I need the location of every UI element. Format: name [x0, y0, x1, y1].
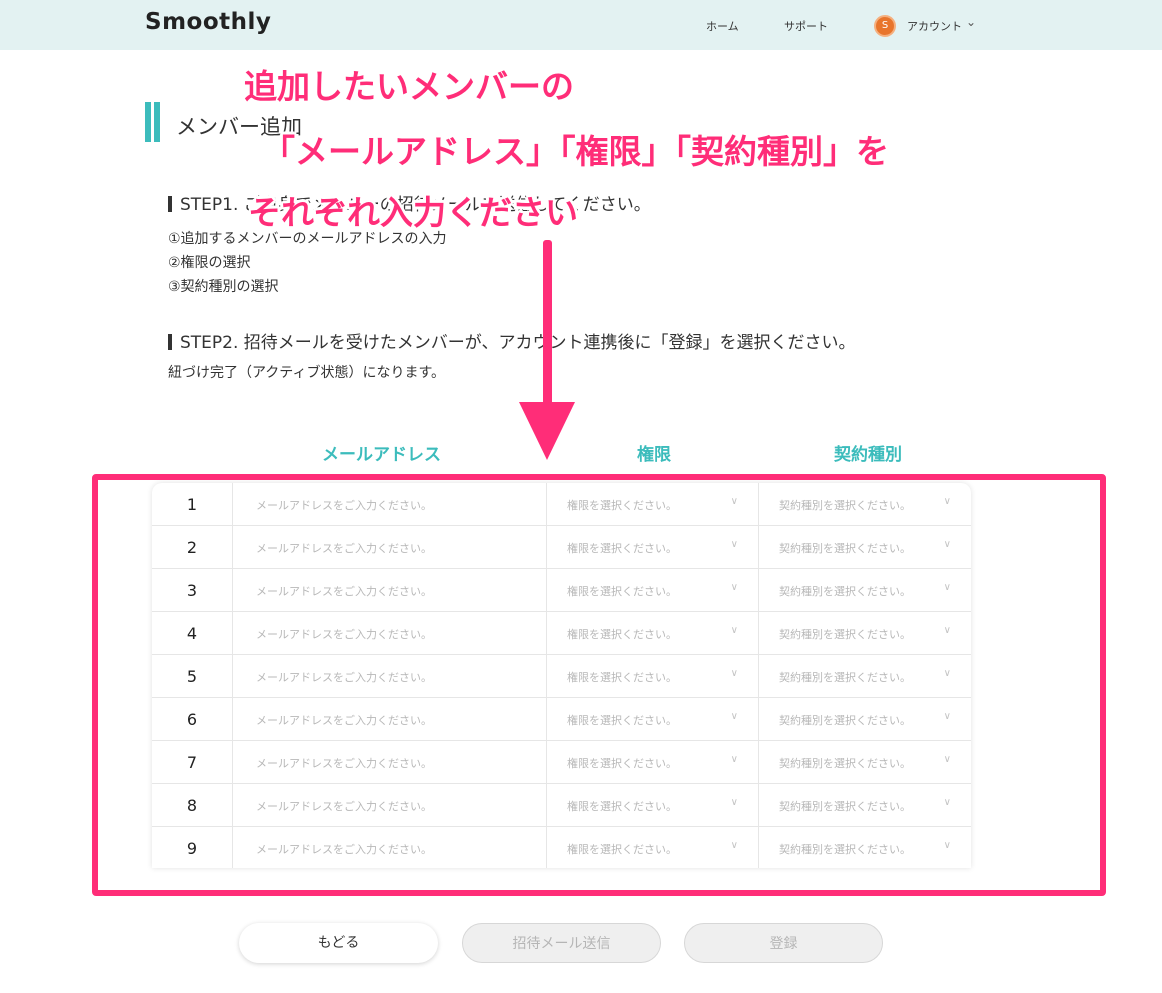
back-button[interactable]: もどる	[239, 923, 438, 963]
annotation-line-1: 追加したいメンバーの	[244, 67, 574, 106]
annotation-line-3: それぞれ入力ください	[248, 193, 578, 232]
nav-account-menu[interactable]: アカウント	[907, 18, 962, 34]
step2-note: 紐づけ完了（アクティブ状態）になります。	[168, 365, 446, 381]
app-logo[interactable]: Smoothly	[145, 9, 271, 35]
title-accent-bar	[154, 102, 160, 142]
step1-list: ①追加するメンバーのメールアドレスの入力 ②権限の選択 ③契約種別の選択	[168, 227, 447, 299]
step2-heading: STEP2. 招待メールを受けたメンバーが、アカウント連携後に「登録」を選択くだ…	[168, 328, 855, 353]
step2-heading-text: STEP2. 招待メールを受けたメンバーが、アカウント連携後に「登録」を選択くだ…	[180, 333, 856, 353]
top-header: Smoothly ホーム サポート S アカウント ⌄	[0, 0, 1162, 50]
highlight-frame	[92, 474, 1106, 896]
column-header-permission: 権限	[637, 445, 671, 465]
step-marker	[168, 196, 172, 212]
send-invite-button[interactable]: 招待メール送信	[462, 923, 661, 963]
avatar[interactable]: S	[874, 15, 896, 37]
annotation-arrow-head-icon	[519, 402, 575, 460]
annotation-line-2: 「メールアドレス」「権限」「契約種別」を	[262, 132, 889, 171]
step1-item: ③契約種別の選択	[168, 279, 279, 295]
step1-item: ②権限の選択	[168, 255, 251, 271]
annotation-arrow-shaft	[543, 240, 552, 410]
chevron-down-icon[interactable]: ⌄	[966, 15, 976, 29]
column-header-contract: 契約種別	[834, 445, 902, 465]
step-marker	[168, 334, 172, 350]
nav-home-link[interactable]: ホーム	[706, 18, 739, 34]
register-button[interactable]: 登録	[684, 923, 883, 963]
nav-support-link[interactable]: サポート	[784, 18, 828, 34]
column-header-email: メールアドレス	[322, 445, 441, 465]
title-accent-bar	[145, 102, 151, 142]
